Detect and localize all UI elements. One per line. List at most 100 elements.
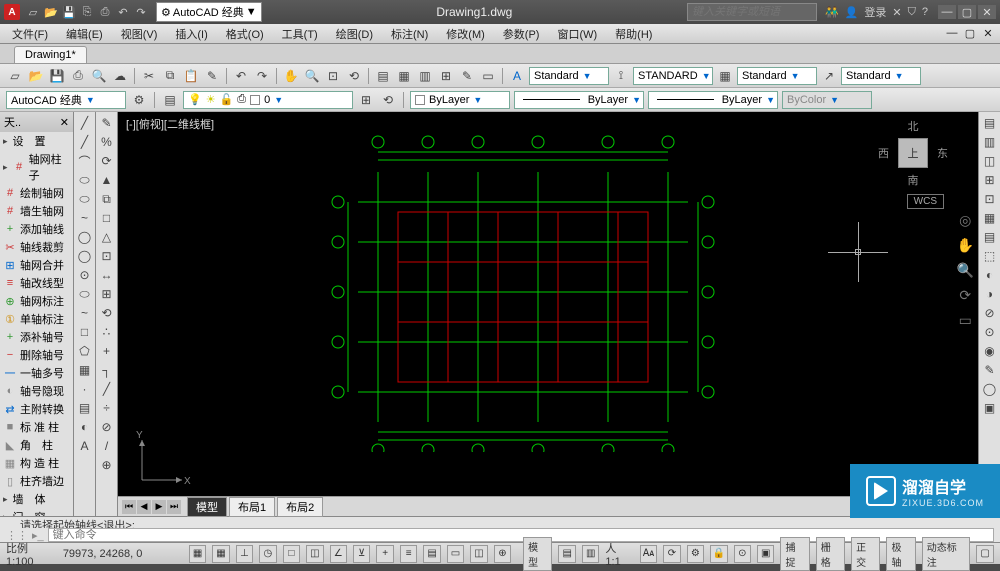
dimstyle-icon[interactable]: ⟟: [612, 67, 630, 85]
palette-item-13[interactable]: ◐轴号隐现: [0, 382, 73, 400]
draw-tool-0[interactable]: ╱: [76, 114, 94, 132]
last-tab-button[interactable]: ⏭: [167, 500, 181, 514]
tab-model[interactable]: 模型: [187, 497, 227, 517]
plot-button[interactable]: ⎙: [69, 67, 87, 85]
modify-tool-13[interactable]: ┐: [98, 361, 116, 379]
modify-tool-18[interactable]: ⊕: [98, 456, 116, 474]
ucs-icon[interactable]: XY: [132, 430, 192, 490]
3dosnap-toggle[interactable]: ◫: [306, 545, 323, 563]
modify-tool-16[interactable]: ⊘: [98, 418, 116, 436]
minimize-button[interactable]: —: [938, 5, 956, 19]
modify-tool-17[interactable]: /: [98, 437, 116, 455]
viewcube[interactable]: 北 南 西 东 上: [878, 118, 948, 188]
wheel-icon[interactable]: ◎: [959, 212, 971, 229]
mdi-minimize[interactable]: —: [944, 27, 960, 40]
draw-tool-5[interactable]: ~: [76, 209, 94, 227]
viewcube-north[interactable]: 北: [908, 118, 919, 134]
infocenter-icon[interactable]: 👬: [825, 6, 839, 19]
redo-button[interactable]: ↷: [253, 67, 271, 85]
toggle-2[interactable]: 正交: [851, 537, 880, 571]
draw-tool-1[interactable]: ╱: [76, 133, 94, 151]
modify-tool-6[interactable]: △: [98, 228, 116, 246]
palette-item-10[interactable]: +添补轴号: [0, 328, 73, 346]
right-tool-5[interactable]: ▦: [981, 209, 999, 227]
modify-tool-4[interactable]: ⧉: [98, 190, 116, 208]
menu-edit[interactable]: 编辑(E): [58, 24, 111, 44]
right-tool-3[interactable]: ⊞: [981, 171, 999, 189]
modify-tool-1[interactable]: %: [98, 133, 116, 151]
right-tool-1[interactable]: ▥: [981, 133, 999, 151]
toggle-4[interactable]: 动态标注: [922, 537, 971, 571]
right-tool-10[interactable]: ⊘: [981, 304, 999, 322]
menu-file[interactable]: 文件(F): [4, 24, 56, 44]
palette-item-3[interactable]: #墙生轴网: [0, 202, 73, 220]
ws-switch[interactable]: ⚙: [687, 545, 704, 563]
palette-item-17[interactable]: ▦构 造 柱: [0, 454, 73, 472]
draw-tool-6[interactable]: ◯: [76, 228, 94, 246]
orbit-icon[interactable]: ⟳: [959, 287, 971, 304]
palette-item-5[interactable]: ✂轴线裁剪: [0, 238, 73, 256]
lwt-toggle[interactable]: ≡: [400, 545, 417, 563]
menu-view[interactable]: 视图(V): [113, 24, 166, 44]
markup-button[interactable]: ✎: [458, 67, 476, 85]
dim-style-combo[interactable]: STANDARD▼: [633, 67, 713, 85]
exchange-icon[interactable]: ✕: [892, 6, 901, 19]
viewcube-west[interactable]: 西: [878, 145, 889, 161]
prev-tab-button[interactable]: ◀: [137, 500, 151, 514]
menu-tools[interactable]: 工具(T): [274, 24, 326, 44]
osnap-toggle[interactable]: □: [283, 545, 300, 563]
save-icon[interactable]: 💾: [62, 5, 76, 19]
model-space-button[interactable]: 模型: [523, 537, 552, 571]
draw-tool-9[interactable]: ⬭: [76, 285, 94, 303]
palette-item-19[interactable]: 墙 体: [0, 490, 73, 508]
zoom-prev-button[interactable]: ⟲: [345, 67, 363, 85]
dc-button[interactable]: ▦: [395, 67, 413, 85]
palette-item-4[interactable]: +添加轴线: [0, 220, 73, 238]
file-tab[interactable]: Drawing1*: [14, 46, 87, 63]
mdi-close[interactable]: ✕: [980, 27, 996, 40]
palette-item-12[interactable]: 一一轴多号: [0, 364, 73, 382]
undo-button[interactable]: ↶: [232, 67, 250, 85]
mlstyle-icon[interactable]: ↗: [820, 67, 838, 85]
signin-icon[interactable]: 👤: [845, 6, 859, 19]
ssm-button[interactable]: ⊞: [437, 67, 455, 85]
viewcube-top[interactable]: 上: [898, 138, 928, 168]
right-tool-7[interactable]: ⬚: [981, 247, 999, 265]
anno-scale[interactable]: 人 1:1: [605, 540, 633, 568]
menu-draw[interactable]: 绘图(D): [328, 24, 381, 44]
palette-item-9[interactable]: ①单轴标注: [0, 310, 73, 328]
grid-toggle[interactable]: ▦: [212, 545, 229, 563]
close-button[interactable]: ✕: [978, 5, 996, 19]
maximize-button[interactable]: ▢: [958, 5, 976, 19]
scale-label[interactable]: 比例 1:100: [6, 540, 57, 568]
right-tool-2[interactable]: ◫: [981, 152, 999, 170]
draw-tool-8[interactable]: ⊙: [76, 266, 94, 284]
menu-param[interactable]: 参数(P): [495, 24, 548, 44]
draw-tool-16[interactable]: ◐: [76, 418, 94, 436]
a360-icon[interactable]: ⛉: [908, 6, 916, 19]
tp-button[interactable]: ▥: [416, 67, 434, 85]
modify-tool-15[interactable]: ÷: [98, 399, 116, 417]
tab-layout1[interactable]: 布局1: [229, 497, 275, 517]
modify-tool-10[interactable]: ⟲: [98, 304, 116, 322]
tab-layout2[interactable]: 布局2: [277, 497, 323, 517]
palette-item-2[interactable]: #绘制轴网: [0, 184, 73, 202]
menu-dimension[interactable]: 标注(N): [383, 24, 436, 44]
right-tool-4[interactable]: ⊡: [981, 190, 999, 208]
ducs-toggle[interactable]: ⊻: [353, 545, 370, 563]
draw-tool-10[interactable]: ~: [76, 304, 94, 322]
zoom-icon[interactable]: 🔍: [957, 262, 974, 279]
palette-item-1[interactable]: #轴网柱子: [0, 150, 73, 184]
draw-tool-15[interactable]: ▤: [76, 399, 94, 417]
menu-insert[interactable]: 插入(I): [167, 24, 215, 44]
color-combo[interactable]: ByLayer▼: [410, 91, 510, 109]
tpy-toggle[interactable]: ▤: [423, 545, 440, 563]
am-toggle[interactable]: ⊕: [494, 545, 511, 563]
coordinates[interactable]: 79973, 24268, 0: [63, 548, 183, 560]
dyn-toggle[interactable]: +: [376, 545, 393, 563]
layer-prev-button[interactable]: ⟲: [379, 91, 397, 109]
right-tool-12[interactable]: ◉: [981, 342, 999, 360]
redo-icon[interactable]: ↷: [134, 5, 148, 19]
modify-tool-14[interactable]: ╱: [98, 380, 116, 398]
linetype-combo[interactable]: ByLayer▼: [514, 91, 644, 109]
